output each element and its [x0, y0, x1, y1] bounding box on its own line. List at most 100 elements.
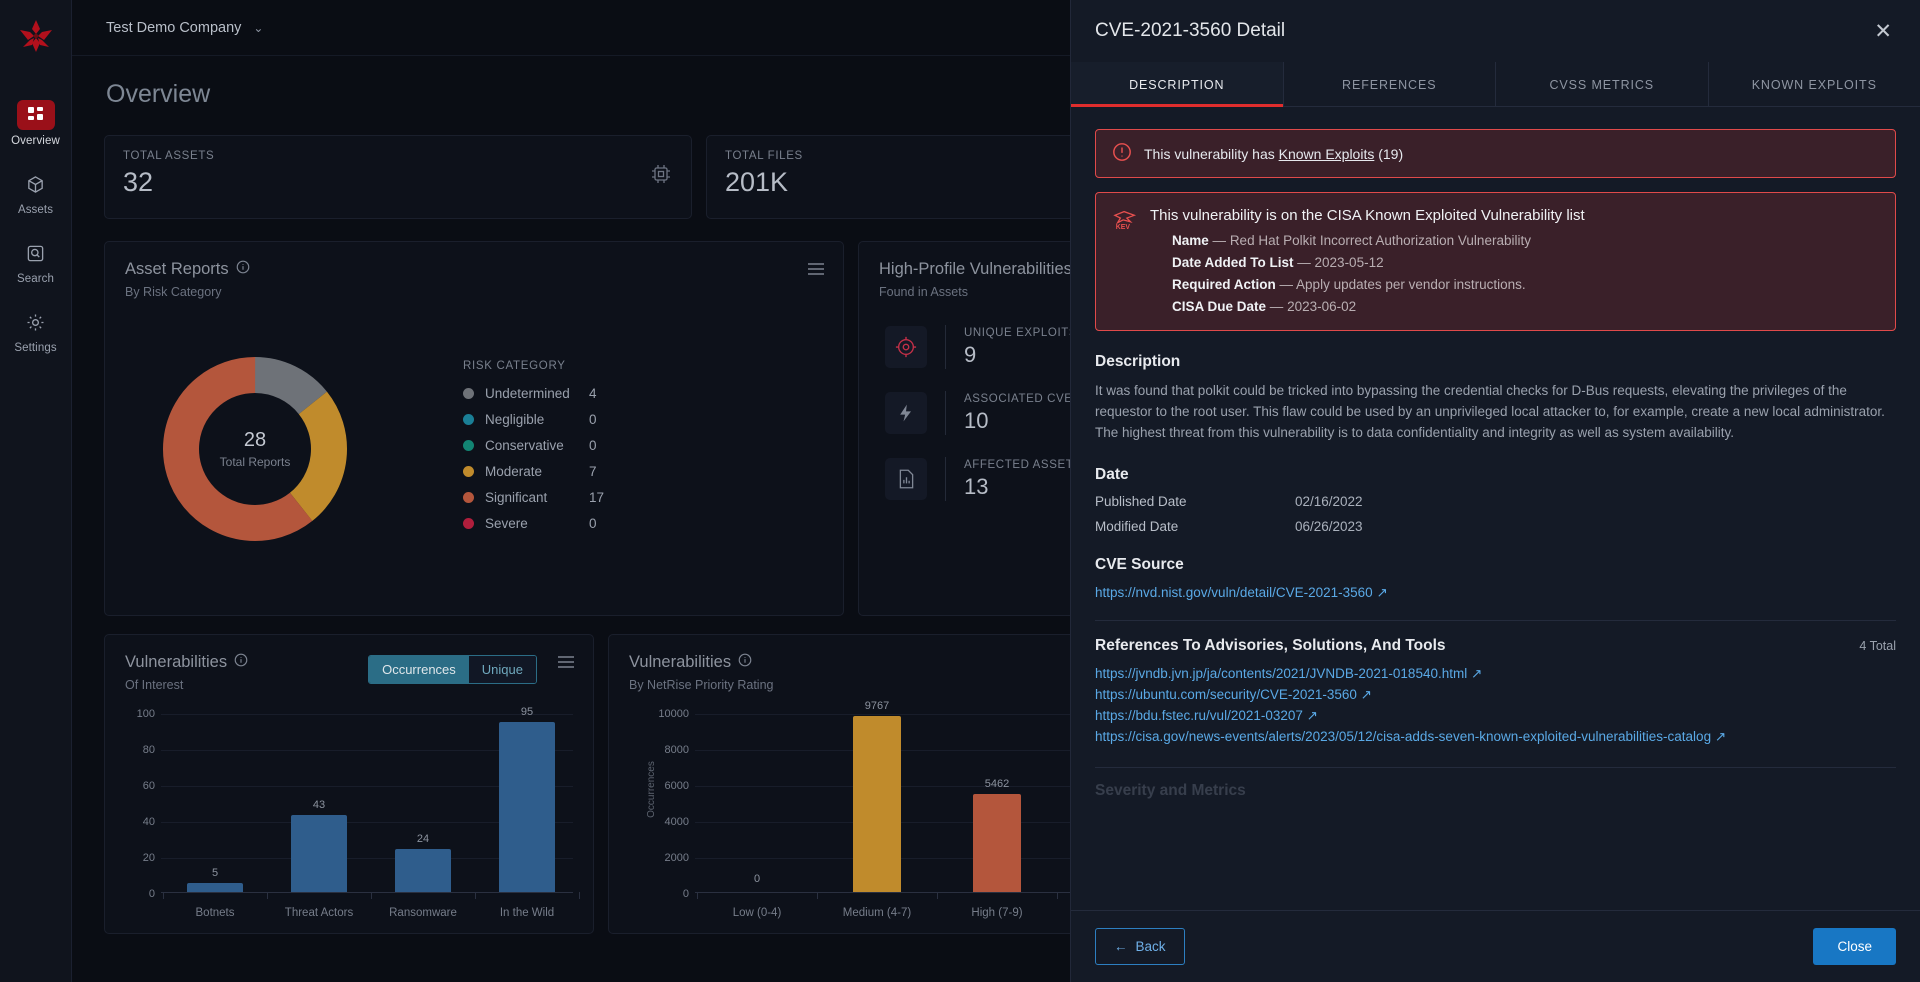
grid-icon	[16, 100, 55, 130]
y-tick: 4000	[664, 816, 689, 828]
kev-row: CISA Due Date — 2023-06-02	[1150, 299, 1879, 314]
reference-link[interactable]: https://jvndb.jvn.jp/ja/contents/2021/JV…	[1095, 665, 1896, 683]
back-button-label: Back	[1135, 939, 1166, 954]
bar-value-label: 0	[753, 873, 761, 885]
kev-key: Date Added To List	[1172, 255, 1294, 270]
drawer-tabs: DESCRIPTION REFERENCES CVSS METRICS KNOW…	[1071, 62, 1920, 107]
bar-value-label: 95	[520, 706, 534, 718]
bar	[395, 849, 451, 892]
x-tick-label: Botnets	[195, 907, 235, 919]
app-root: Overview Assets Search Settings Test Dem…	[0, 0, 1920, 982]
known-exploits-link[interactable]: Known Exploits	[1279, 146, 1375, 162]
sidebar-item-assets[interactable]: Assets	[0, 169, 72, 216]
external-link-icon: ↗	[1376, 584, 1388, 600]
legend-title: RISK CATEGORY	[463, 360, 566, 372]
kev-value: 2023-06-02	[1287, 299, 1357, 314]
y-tick: 100	[136, 708, 155, 720]
legend-label: Conservative	[485, 438, 564, 453]
kev-dash: —	[1212, 233, 1227, 248]
reference-url: https://ubuntu.com/security/CVE-2021-356…	[1095, 686, 1357, 702]
legend-item[interactable]: Conservative 0	[463, 438, 604, 453]
arrow-left-icon: ←	[1114, 939, 1128, 954]
asset-reports-title-row: Asset Reports	[125, 260, 823, 279]
kev-value: Red Hat Polkit Incorrect Authorization V…	[1229, 233, 1531, 248]
x-tick-label: In the Wild	[499, 907, 555, 919]
legend-color-dot	[463, 388, 474, 399]
x-tick-label: Ransomware	[389, 907, 457, 919]
occurrences-unique-toggle[interactable]: Occurrences Unique	[368, 655, 537, 684]
bar-value-label: 43	[312, 799, 326, 811]
bar	[499, 722, 555, 892]
references-header: References To Advisories, Solutions, And…	[1095, 637, 1896, 655]
y-tick: 0	[682, 888, 689, 900]
divider	[945, 325, 946, 369]
bar-value-label: 24	[416, 833, 430, 845]
kev-dash: —	[1279, 277, 1294, 292]
legend-item[interactable]: Negligible 0	[463, 412, 604, 427]
reference-url: https://cisa.gov/news-events/alerts/2023…	[1095, 729, 1712, 745]
published-date-value: 02/16/2022	[1295, 493, 1363, 509]
bar-value-label: 5462	[984, 778, 1010, 790]
close-button[interactable]: Close	[1813, 928, 1896, 965]
legend-item[interactable]: Severe 0	[463, 516, 604, 531]
cube-icon	[17, 169, 55, 199]
chip-icon	[649, 162, 675, 188]
reference-link[interactable]: https://ubuntu.com/security/CVE-2021-356…	[1095, 686, 1896, 704]
legend-label: Significant	[485, 490, 548, 505]
high-profile-label: UNIQUE EXPLOITS	[964, 326, 1078, 339]
y-tick: 60	[142, 780, 155, 792]
legend-item[interactable]: Undetermined 4	[463, 386, 604, 401]
sidebar-item-search[interactable]: Search	[0, 238, 72, 285]
voi-plot: 100 80 60 40 20 0 5 43 24 95 Botnets Thr…	[115, 706, 583, 921]
cve-source-link[interactable]: https://nvd.nist.gov/vuln/detail/CVE-202…	[1095, 585, 1388, 601]
chevron-down-icon[interactable]: ⌄	[253, 21, 263, 35]
tab-known-exploits[interactable]: KNOWN EXPLOITS	[1709, 62, 1920, 106]
company-selector-label[interactable]: Test Demo Company	[106, 20, 241, 36]
references-list: https://jvndb.jvn.jp/ja/contents/2021/JV…	[1095, 665, 1896, 747]
legend-color-dot	[463, 414, 474, 425]
close-icon[interactable]: ✕	[1874, 21, 1892, 42]
y-tick: 0	[148, 888, 155, 900]
back-button[interactable]: ← Back	[1095, 928, 1185, 965]
reference-link[interactable]: https://bdu.fstec.ru/vul/2021-03207 ↗	[1095, 707, 1896, 725]
tab-cvss-metrics[interactable]: CVSS METRICS	[1496, 62, 1709, 106]
asset-reports-header: Asset Reports By Risk Category	[105, 242, 843, 299]
info-icon[interactable]	[234, 653, 248, 672]
tab-description[interactable]: DESCRIPTION	[1071, 62, 1284, 107]
kev-key: Name	[1172, 233, 1209, 248]
panel-title-text: Vulnerabilities	[629, 653, 732, 671]
info-icon[interactable]	[236, 260, 250, 279]
legend-color-dot	[463, 440, 474, 451]
toggle-unique[interactable]: Unique	[468, 656, 536, 683]
reference-link[interactable]: https://cisa.gov/news-events/alerts/2023…	[1095, 728, 1896, 746]
x-tick-label: Threat Actors	[284, 907, 354, 919]
reference-url: https://bdu.fstec.ru/vul/2021-03207	[1095, 708, 1303, 724]
high-profile-value: 9	[964, 341, 977, 367]
tab-references[interactable]: REFERENCES	[1284, 62, 1496, 106]
bar	[187, 883, 243, 892]
info-icon[interactable]	[738, 653, 752, 672]
modified-date-label: Modified Date	[1095, 518, 1179, 534]
cve-detail-drawer: CVE-2021-3560 Detail ✕ DESCRIPTION REFER…	[1070, 0, 1920, 982]
legend-item[interactable]: Significant 17	[463, 490, 604, 505]
asset-reports-subtitle: By Risk Category	[125, 285, 222, 299]
legend-value: 17	[589, 490, 605, 505]
kev-value: Apply updates per vendor instructions.	[1296, 277, 1526, 292]
panel-title-text: Asset Reports	[125, 260, 229, 278]
netrise-logo-icon	[14, 14, 58, 58]
alert-suffix: (19)	[1374, 145, 1404, 162]
target-icon	[885, 326, 927, 368]
sidebar-item-overview[interactable]: Overview	[0, 100, 72, 147]
hamburger-icon[interactable]	[557, 655, 575, 674]
kev-key: Required Action	[1172, 277, 1276, 292]
cve-source-heading: CVE Source	[1095, 555, 1184, 573]
drawer-title: CVE-2021-3560 Detail	[1095, 20, 1286, 41]
legend-color-dot	[463, 518, 474, 529]
gear-icon	[17, 307, 55, 337]
report-icon	[885, 458, 927, 500]
sidebar-item-settings[interactable]: Settings	[0, 307, 72, 354]
hamburger-icon[interactable]	[807, 262, 825, 281]
toggle-occurrences[interactable]: Occurrences	[369, 656, 469, 683]
legend-item[interactable]: Moderate 7	[463, 464, 604, 479]
modified-date-row: Modified Date 06/26/2023	[1095, 519, 1896, 534]
